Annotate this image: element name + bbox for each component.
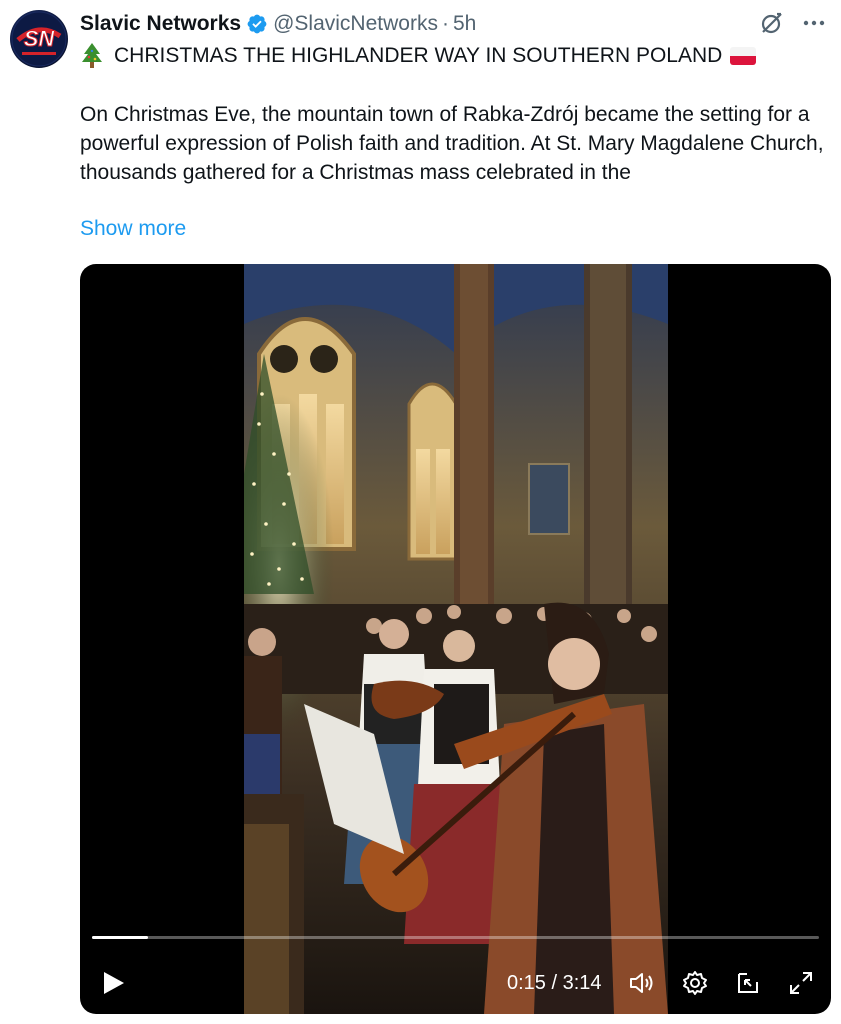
fullscreen-icon[interactable] [787,969,815,997]
video-controls: 0:15 / 3:14 [80,964,831,1004]
picture-in-picture-icon[interactable] [734,969,762,997]
video-frame[interactable] [244,264,668,1014]
separator-dot: · [441,12,449,35]
avatar[interactable]: SN [10,10,68,68]
headline-text: CHRISTMAS THE HIGHLANDER WAY IN SOUTHERN… [114,44,723,67]
display-name[interactable]: Slavic Networks [80,12,241,36]
show-more-link[interactable]: Show more [80,217,186,241]
post-body: On Christmas Eve, the mountain town of R… [80,103,824,184]
video-progress-bar[interactable] [92,936,819,939]
svg-text:SN: SN [24,26,56,51]
user-handle[interactable]: @SlavicNetworks [273,12,438,36]
post-timestamp[interactable]: 5h [453,12,476,36]
poland-flag-icon [730,47,757,65]
more-icon[interactable] [801,10,827,36]
verified-badge-icon [247,14,267,34]
christmas-tree-icon [82,43,102,68]
video-player[interactable]: 0:15 / 3:14 [80,264,831,1014]
slavic-networks-logo: SN [11,11,67,67]
video-progress-fill [92,936,148,939]
volume-icon[interactable] [628,969,656,997]
post-actions-top [759,10,827,36]
video-time-display: 0:15 / 3:14 [507,972,602,994]
post-header: Slavic Networks @SlavicNetworks · 5h [80,10,476,38]
settings-gear-icon[interactable] [681,969,709,997]
post-headline: CHRISTMAS THE HIGHLANDER WAY IN SOUTHERN… [80,42,757,70]
grok-icon[interactable] [759,10,785,36]
play-icon[interactable] [100,970,126,996]
